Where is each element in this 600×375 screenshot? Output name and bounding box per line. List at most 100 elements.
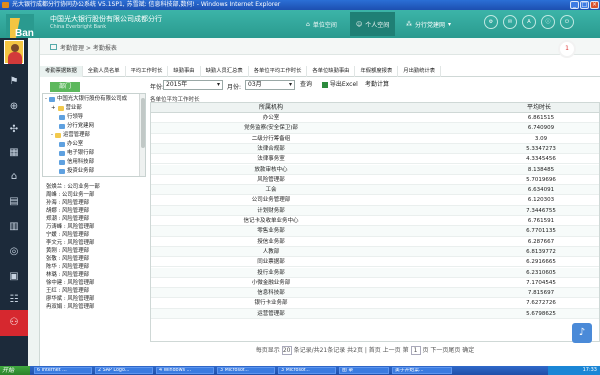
table-row[interactable]: 投行业务部 6.2310605 bbox=[151, 267, 599, 278]
table-row[interactable]: 银行卡业务部 7.6272726 bbox=[151, 298, 599, 309]
table-row[interactable]: 法律合规部 5.3347273 bbox=[151, 143, 599, 155]
tree-node[interactable]: 办公室 bbox=[59, 140, 83, 149]
start-button[interactable]: 开始 bbox=[0, 366, 30, 375]
tab-unit-avg-hours[interactable]: 各单位平均工作时长 bbox=[249, 66, 308, 77]
list-item[interactable]: 徐中建 : 风险管理部 bbox=[46, 279, 94, 287]
cell-avg-hours: 7.3446755 bbox=[526, 207, 556, 214]
table-row[interactable]: 计划财务部 7.3446755 bbox=[151, 205, 599, 216]
tab-absence-reasons[interactable]: 缺勤事由 bbox=[168, 66, 201, 77]
speaker-icon[interactable]: ♪ bbox=[572, 323, 592, 343]
table-row[interactable]: 党务监察(安全保卫)部 6.740909 bbox=[151, 123, 599, 134]
table-row[interactable]: 风险管理部 5.7019696 bbox=[151, 175, 599, 186]
notification-badge[interactable]: 1 bbox=[558, 40, 576, 58]
tree-node[interactable]: 行领导 bbox=[59, 113, 83, 122]
table-row[interactable]: 信息科技部 7.815697 bbox=[151, 288, 599, 299]
tab-avg-work-hours[interactable]: 平均工作时长 bbox=[126, 66, 169, 77]
list-item[interactable]: 林璐 : 风险管理部 bbox=[46, 271, 89, 279]
tab-annual-leave[interactable]: 年假额度报表 bbox=[355, 66, 399, 77]
page-size-input[interactable]: 20 bbox=[281, 346, 292, 355]
tree-node[interactable]: 分行党建网 bbox=[59, 122, 94, 131]
table-row[interactable]: 运营管理部 5.6798625 bbox=[151, 308, 599, 319]
target-icon[interactable]: ◎ bbox=[7, 245, 21, 259]
tab-monthly-stats[interactable]: 月出勤统计表 bbox=[398, 66, 442, 77]
nav-unit-space[interactable]: ⌂ 单位空间 bbox=[300, 12, 343, 36]
list-item[interactable]: 郑潮 : 风险管理部 bbox=[46, 215, 89, 223]
active-module[interactable]: ⚇ bbox=[0, 310, 28, 336]
avatar[interactable] bbox=[4, 40, 24, 64]
flag-icon[interactable]: ⚑ bbox=[7, 75, 21, 89]
col-header-org[interactable]: 所属机构 bbox=[151, 103, 391, 113]
tree-scrollbar[interactable] bbox=[139, 94, 145, 176]
tree-node[interactable]: + 营业部 bbox=[51, 104, 82, 113]
taskbar-item[interactable]: 美于开始菜... bbox=[392, 367, 452, 374]
plus-circle-icon[interactable]: ⊕ bbox=[7, 100, 21, 114]
house-icon[interactable]: ⌂ bbox=[7, 170, 21, 184]
table-row[interactable]: 信记卡及收单业务中心 6.761591 bbox=[151, 216, 599, 227]
list-item[interactable]: 周峰 : 公司业务一部 bbox=[46, 191, 94, 199]
book-icon[interactable]: ▣ bbox=[7, 270, 21, 284]
list-item[interactable]: 胡娜 : 风险管理部 bbox=[46, 207, 89, 215]
list-item[interactable]: 宁媛 : 风险管理部 bbox=[46, 231, 89, 239]
table-icon[interactable]: ▦ bbox=[7, 146, 21, 160]
table-row[interactable]: 工会 6.634091 bbox=[151, 185, 599, 196]
table-row[interactable]: 小微金融业务部 7.1704545 bbox=[151, 278, 599, 289]
list-item[interactable]: 张焕兰 : 公司业务一部 bbox=[46, 183, 100, 191]
dept-button[interactable]: 部门 bbox=[50, 82, 80, 92]
news-icon[interactable]: ▤ bbox=[7, 195, 21, 209]
logout-icon[interactable]: ⏻ bbox=[560, 15, 574, 29]
list-item[interactable]: 万涛峰 : 风险管理部 bbox=[46, 223, 94, 231]
tab-unit-absence[interactable]: 各单位缺勤事由 bbox=[307, 66, 356, 77]
calendar-icon[interactable]: ▥ bbox=[7, 220, 21, 234]
collapse-rail[interactable] bbox=[28, 38, 40, 366]
compass-icon[interactable]: ✣ bbox=[7, 123, 21, 137]
mail-icon[interactable]: ✉ bbox=[503, 15, 517, 29]
table-row[interactable]: 法律事务室 4.3345456 bbox=[151, 154, 599, 165]
taskbar-item[interactable]: 图 录 bbox=[339, 367, 389, 374]
list-item[interactable]: 李文元 : 风险管理部 bbox=[46, 239, 94, 247]
close-button[interactable]: × bbox=[590, 1, 599, 9]
list-item[interactable]: 陈华 : 风险管理部 bbox=[46, 263, 89, 271]
tree-node[interactable]: 信用科技部 bbox=[59, 158, 94, 167]
tab-full-attendance[interactable]: 全勤人员名单 bbox=[83, 66, 126, 77]
nav-personal-space[interactable]: ☺ 个人空间 bbox=[350, 12, 396, 36]
tree-node[interactable]: 电子银行部 bbox=[59, 149, 94, 158]
query-button[interactable]: 查询 bbox=[300, 80, 312, 90]
list-item[interactable]: 张敬 : 风险管理部 bbox=[46, 255, 89, 263]
table-row[interactable]: 人教部 6.8139772 bbox=[151, 246, 599, 258]
minimize-button[interactable]: _ bbox=[570, 1, 579, 9]
taskbar-item[interactable]: 6 Internet ... bbox=[34, 367, 92, 374]
taskbar-item[interactable]: 3 Microsof... bbox=[217, 367, 275, 374]
tree-node[interactable]: 投资业务部 bbox=[59, 167, 94, 176]
list-item[interactable]: 冉双娟 : 风险管理部 bbox=[46, 303, 94, 311]
tab-attendance-data[interactable]: 考勤票据数据 bbox=[40, 66, 83, 77]
maximize-button[interactable]: □ bbox=[580, 1, 589, 9]
settings-icon[interactable]: ⚙ bbox=[484, 15, 498, 29]
list-item[interactable]: 廖华斌 : 风险管理部 bbox=[46, 295, 94, 303]
table-row[interactable]: 办公室 6.861515 bbox=[151, 113, 599, 124]
table-row[interactable]: 零售业务部 6.7701135 bbox=[151, 226, 599, 237]
list-item[interactable]: 黄刚 : 风险管理部 bbox=[46, 247, 89, 255]
group-icon[interactable]: ☷ bbox=[7, 293, 21, 307]
page-number-input[interactable]: 1 bbox=[410, 346, 421, 355]
info-icon[interactable]: ⓘ bbox=[541, 15, 555, 29]
taskbar-item[interactable]: 4 Windows ... bbox=[156, 367, 214, 374]
month-select[interactable]: 03月 ▾ bbox=[245, 80, 295, 90]
year-select[interactable]: 2015年 ▾ bbox=[163, 80, 223, 90]
tree-node[interactable]: - 运营管理部 bbox=[51, 131, 90, 140]
taskbar-item[interactable]: 2 SAP Logo... bbox=[95, 367, 153, 374]
col-header-avg[interactable]: 平均时长 bbox=[391, 103, 599, 113]
table-row[interactable]: 放款审核中心 8.138485 bbox=[151, 164, 599, 175]
table-row[interactable]: 二级分行筹备组 3.09 bbox=[151, 134, 599, 144]
table-row[interactable]: 公司业务管理部 6.120303 bbox=[151, 195, 599, 206]
font-size-icon[interactable]: A bbox=[522, 15, 536, 29]
list-item[interactable]: 孙海 : 风险管理部 bbox=[46, 199, 89, 207]
nav-party-site[interactable]: ⁂ 分行党建网 ▾ bbox=[400, 12, 457, 36]
tree-node[interactable]: - 中国光大银行股份有限公司成 bbox=[45, 95, 127, 104]
table-row[interactable]: 授信业务部 6.287667 bbox=[151, 237, 599, 247]
list-item[interactable]: 王红 : 风险管理部 bbox=[46, 287, 89, 295]
tab-absence-summary[interactable]: 缺勤人员汇总表 bbox=[201, 66, 249, 77]
taskbar-item[interactable]: 3 Microsof... bbox=[278, 367, 336, 374]
attendance-calc-button[interactable]: 考勤计算 bbox=[365, 80, 389, 90]
export-excel-button[interactable]: 导出Excel bbox=[322, 80, 358, 90]
table-row[interactable]: 同业票据部 6.2916665 bbox=[151, 257, 599, 268]
